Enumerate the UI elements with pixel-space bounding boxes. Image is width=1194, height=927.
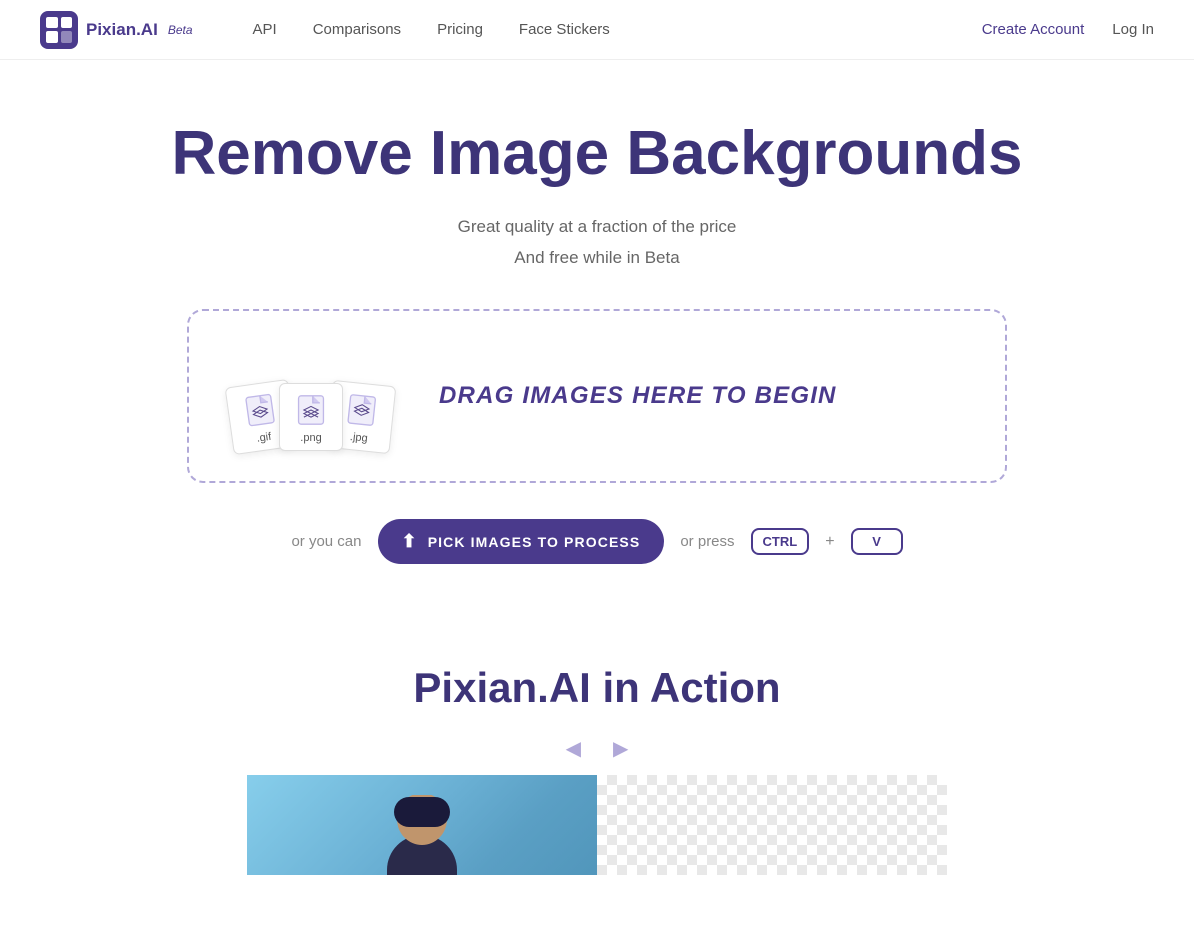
file-label-jpg: .jpg [349, 431, 368, 445]
login-link[interactable]: Log In [1112, 21, 1154, 38]
demo-processed [597, 775, 947, 875]
file-icons-group: .gif .png [229, 341, 399, 451]
pick-button-label: PICK IMAGES TO PROCESS [428, 534, 641, 550]
upload-arrow-icon: ⬆ [402, 531, 418, 552]
file-label-gif: .gif [256, 431, 272, 445]
v-key-badge: V [851, 528, 903, 555]
demo-image [247, 775, 947, 875]
file-label-png: .png [300, 432, 321, 444]
carousel-controls: ◀ ▶ [40, 732, 1154, 765]
hero-sub-line1: Great quality at a fraction of the price [458, 217, 737, 236]
nav-comparisons[interactable]: Comparisons [313, 21, 401, 38]
logo-link[interactable]: Pixian.AI Beta [40, 11, 193, 49]
pick-prefix: or you can [291, 533, 361, 550]
ctrl-key-badge: CTRL [751, 528, 810, 555]
nav-api[interactable]: API [253, 21, 277, 38]
navbar: Pixian.AI Beta API Comparisons Pricing F… [0, 0, 1194, 60]
logo-beta: Beta [168, 23, 193, 37]
hero-sub-line2: And free while in Beta [514, 248, 679, 267]
hero-title: Remove Image Backgrounds [40, 120, 1154, 188]
file-icon-png: .png [279, 383, 343, 451]
logo-text: Pixian.AI [86, 20, 158, 40]
hero-subtitle: Great quality at a fraction of the price… [40, 212, 1154, 273]
nav-pricing[interactable]: Pricing [437, 21, 483, 38]
plus-sign: + [825, 533, 834, 551]
demo-image-container [247, 775, 947, 875]
carousel-next-button[interactable]: ▶ [605, 732, 636, 765]
pick-row: or you can ⬆ PICK IMAGES TO PROCESS or p… [40, 519, 1154, 564]
create-account-link[interactable]: Create Account [982, 21, 1085, 38]
pick-separator: or press [680, 533, 734, 550]
logo-icon [40, 11, 78, 49]
drag-text: DRAG IMAGES HERE TO BEGIN [439, 382, 837, 410]
nav-right: Create Account Log In [982, 21, 1154, 38]
demo-original [247, 775, 597, 875]
in-action-section: Pixian.AI in Action ◀ ▶ [0, 604, 1194, 895]
pick-images-button[interactable]: ⬆ PICK IMAGES TO PROCESS [378, 519, 665, 564]
nav-links: API Comparisons Pricing Face Stickers [253, 21, 610, 38]
nav-face-stickers[interactable]: Face Stickers [519, 21, 610, 38]
hero-section: Remove Image Backgrounds Great quality a… [0, 60, 1194, 604]
in-action-title: Pixian.AI in Action [40, 664, 1154, 712]
dropzone[interactable]: .gif .png [187, 309, 1007, 483]
carousel-prev-button[interactable]: ◀ [558, 732, 589, 765]
